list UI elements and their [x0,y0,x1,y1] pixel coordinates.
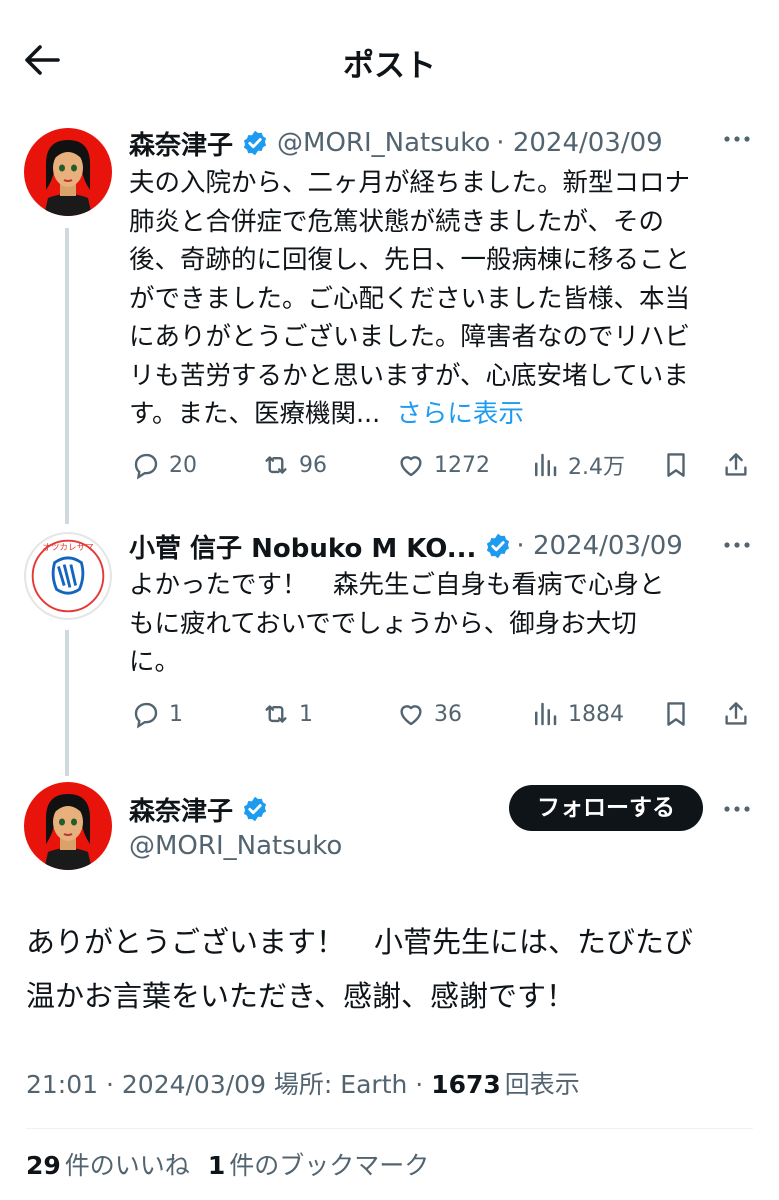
bookmark-icon [667,453,685,477]
post-date[interactable]: · 2024/03/09 [516,531,682,561]
tweet-text-last-line: す。また、医療機関... さらに表示 [129,395,769,434]
avatar-text: オツカレサマ [42,542,93,553]
bar-chart-icon [535,702,557,726]
main-tweet-text: ありがとうございます！ 小菅先生には、たびたび 温かお言葉をいただき、感謝、感謝… [26,915,771,1023]
author-handle[interactable]: @MORI_Natsuko [129,828,342,864]
reply-button[interactable]: 1 [131,696,183,732]
tweet-text-line: 夫の入院から、二ヶ月が経ちました。新型コロナ [129,168,691,198]
bookmark-icon [667,702,685,726]
speech-bubble-icon [134,453,158,480]
heart-icon [400,456,422,477]
tweet-text-line: リも苦労するかと思いますが、心底安堵していま [129,360,689,391]
like-count: 36 [434,701,462,727]
like-button[interactable]: 1272 [396,447,490,483]
more-button[interactable] [722,124,752,161]
view-count: 2.4万 [568,455,625,480]
reply-count: 20 [169,452,197,478]
more-dots-icon [724,806,750,812]
share-icon [725,453,747,476]
likes-label: 件のいいね [64,1151,190,1180]
views-button[interactable]: 1884 [530,696,624,732]
show-more-link[interactable]: さらに表示 [396,399,524,429]
retweet-icon [265,705,287,723]
post-meta: 21:01 · 2024/03/09 場所: Earth · 1673 回表示 [26,1066,580,1104]
view-count-label: 回表示 [504,1070,580,1099]
tweet-text-line: ありがとうございます！ 小菅先生には、たびたび [26,925,694,959]
author-name[interactable]: 森奈津子 [129,791,233,828]
page-title: ポスト [343,48,436,84]
more-button[interactable] [722,530,752,567]
view-count: 1884 [568,701,624,727]
thread-line [65,630,69,776]
more-dots-icon [724,542,750,548]
avatar[interactable] [24,128,112,216]
follow-button[interactable]: フォローする [509,785,703,831]
divider [26,1128,753,1129]
author-name[interactable]: 森奈津子 [129,125,233,162]
tweet-text-line: もに疲れておいででしょうから、御身お大切 [129,608,637,639]
thread-line [65,228,69,524]
view-count: 1673 [431,1070,501,1099]
bookmarks-label: 件のブックマーク [229,1151,430,1180]
tweet-text-line: 肺炎と合併症で危篤状態が続きましたが、その [129,206,664,237]
tweet-text-line: ができました。ご心配くださいました皆様、本当 [129,283,691,314]
tweet-text: よかったです！ 森先生ご自身も看病で心身と もに疲れておいででしょうから、御身お… [129,566,769,682]
tweet-text-line: 温かお言葉をいただき、感謝、感謝です！ [26,979,575,1013]
bookmark-button[interactable] [661,696,699,732]
retweet-count: 96 [299,452,327,478]
bookmark-button[interactable] [661,447,699,483]
avatar-illustration [24,128,112,216]
likes-count: 29 [26,1151,61,1180]
tweet-header: 小菅 信子 Nobuko M KO... · 2024/03/09 [129,527,683,565]
avatar[interactable] [24,782,112,870]
verified-badge-icon [243,796,267,822]
tweet-text-line: にありがとうございました。障害者なのでリハビ [129,322,691,352]
reply-count: 1 [169,701,183,727]
avatar[interactable]: オツカレサマ [24,532,112,620]
tweet-text-line: に。 [129,647,181,677]
post-date[interactable]: · 2024/03/09 [496,128,662,158]
author-handle[interactable]: @MORI_Natsuko [277,128,490,158]
speech-bubble-icon [134,702,158,729]
likes-stat[interactable]: 29 件のいいね [26,1146,190,1186]
share-icon [725,702,747,725]
reply-button[interactable]: 20 [131,447,197,483]
more-button[interactable] [722,794,752,831]
post-timestamp[interactable]: 21:01 · 2024/03/09 場所: Earth · [26,1070,431,1099]
heart-icon [400,705,422,726]
engagement-row: 29 件のいいね 1 件のブックマーク [26,1146,429,1186]
tweet-header: 森奈津子 @MORI_Natsuko · 2024/03/09 [129,124,663,162]
bookmarks-stat[interactable]: 1 件のブックマーク [208,1146,429,1186]
views-button[interactable]: 2.4万 [530,447,625,483]
verified-badge-icon [487,533,510,559]
like-count: 1272 [434,452,490,478]
like-button[interactable]: 36 [396,696,462,732]
tweet-text-line: 後、奇跡的に回復し、先日、一般病棟に移ること [129,245,691,275]
avatar-illustration [24,782,112,870]
tweet-text-line: す。また、医療機関... [129,399,381,429]
verified-badge-icon [243,130,267,156]
tweet-text-line: よかったです！ 森先生ご自身も看病で心身と [129,570,665,600]
avatar-illustration: オツカレサマ [29,537,107,615]
bookmarks-count: 1 [207,1151,226,1180]
share-button[interactable] [721,447,759,483]
retweet-button[interactable]: 96 [261,447,327,483]
retweet-count: 1 [299,701,313,727]
author-name[interactable]: 小菅 信子 Nobuko M KO... [129,528,476,565]
bar-chart-icon [535,453,557,477]
retweet-button[interactable]: 1 [261,696,313,732]
more-dots-icon [724,136,750,142]
share-button[interactable] [721,696,759,732]
tweet-text: 夫の入院から、二ヶ月が経ちました。新型コロナ 肺炎と合併症で危篤状態が続きました… [129,164,769,434]
author-row: 森奈津子 [129,790,269,828]
retweet-icon [265,456,287,474]
